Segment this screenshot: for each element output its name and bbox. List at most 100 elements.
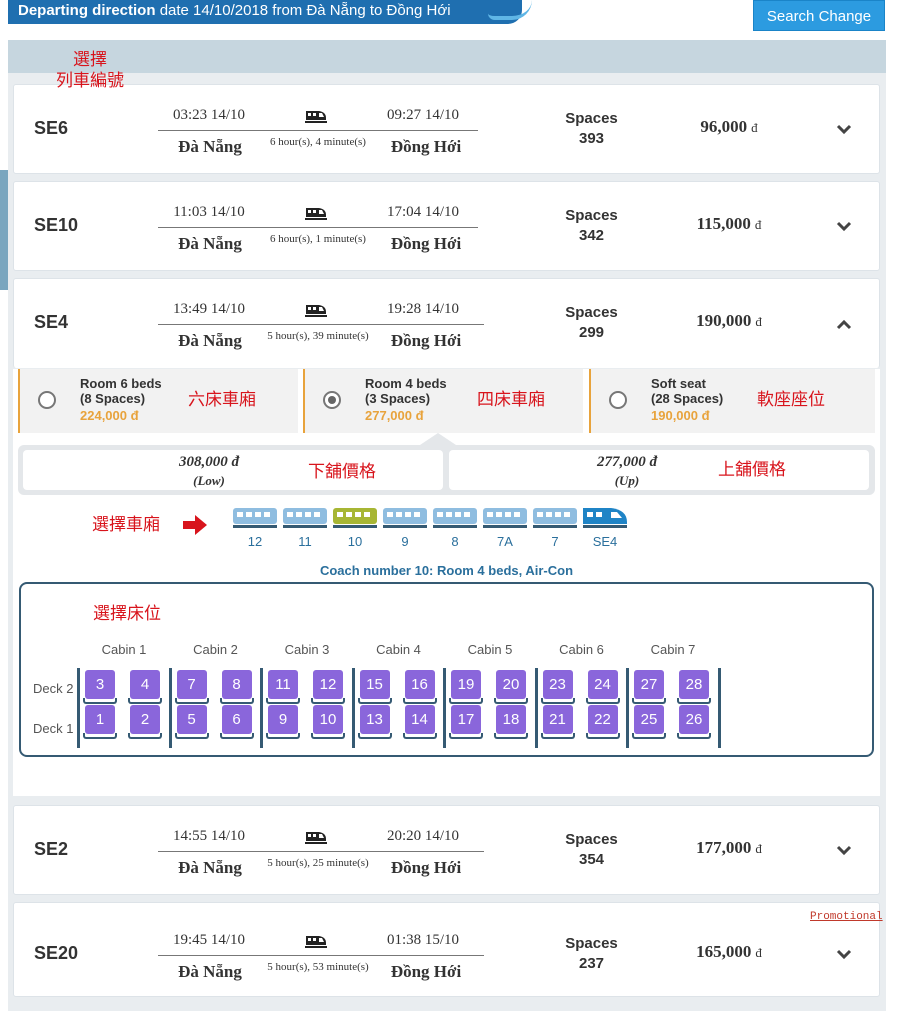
seat-base <box>632 733 666 739</box>
coach-12[interactable]: 12 <box>231 504 279 549</box>
coach-7a[interactable]: 7A <box>481 504 529 549</box>
berth-seat-7[interactable]: 7 <box>174 670 209 704</box>
train-row-se2[interactable]: SE2 14:55 14/10 20:20 14/10 Đà Nẵng 5 hour(s… <box>13 805 880 895</box>
spaces-label: Spaces <box>565 207 618 224</box>
seat-number: 26 <box>679 705 709 734</box>
train-row-se4[interactable]: SE4 13:49 14/10 19:28 14/10 Đà Nẵng 5 hour(s… <box>13 278 880 368</box>
chevron-down-icon[interactable] <box>836 123 852 135</box>
berth-seat-14[interactable]: 14 <box>402 705 437 739</box>
arrival-time: 09:27 14/10 <box>386 107 460 123</box>
berth-seat-11[interactable]: 11 <box>266 670 300 704</box>
seat-number: 5 <box>176 705 207 734</box>
room-spaces: (28 Spaces) <box>651 391 724 406</box>
berth-seat-15[interactable]: 15 <box>357 670 392 704</box>
berth-seat-22[interactable]: 22 <box>585 705 620 739</box>
seat-base <box>219 733 254 739</box>
route-line <box>158 851 484 852</box>
chevron-up-icon[interactable] <box>836 317 852 330</box>
coach-8[interactable]: 8 <box>431 504 479 549</box>
berth-seat-19[interactable]: 19 <box>449 670 483 704</box>
train-row-se20[interactable]: SE20 19:45 14/10 01:38 15/10 Đà Nẵng 5 hour(… <box>13 902 883 997</box>
upper-berth-price[interactable]: 277,000 đ (Up) <box>449 450 869 490</box>
arrival-time: 19:28 14/10 <box>386 301 460 317</box>
room-name: Soft seat (28 Spaces) <box>651 376 723 406</box>
coach-label: 7 <box>551 534 559 549</box>
coach-label: SE4 <box>592 534 618 549</box>
berth-seat-26[interactable]: 26 <box>677 705 711 739</box>
room-option-3[interactable]: Soft seat (28 Spaces) 190,000 đ <box>589 369 875 433</box>
room-option-1[interactable]: Room 6 beds (8 Spaces) 224,000 đ <box>18 369 298 433</box>
berth-seat-18[interactable]: 18 <box>494 705 528 739</box>
price-currency: đ <box>754 217 762 232</box>
berth-seat-21[interactable]: 21 <box>540 705 575 739</box>
seat-base <box>266 698 300 704</box>
spaces-count: Spaces 237 <box>544 934 639 974</box>
destination-station: Đồng Hới <box>390 234 462 253</box>
radio-button[interactable] <box>609 391 627 409</box>
berth-seat-9[interactable]: 9 <box>266 705 300 739</box>
train-row-se10[interactable]: SE10 11:03 14/10 17:04 14/10 Đà Nẵng 6 hour(… <box>13 181 880 271</box>
berth-seat-4[interactable]: 4 <box>128 670 162 704</box>
search-change-button[interactable]: Search Change <box>753 0 885 31</box>
chevron-down-icon[interactable] <box>836 948 852 960</box>
seat-base <box>83 698 117 704</box>
radio-button[interactable] <box>323 391 341 409</box>
coach-10[interactable]: 10 <box>331 504 379 549</box>
room-spaces: (8 Spaces) <box>80 391 146 406</box>
berth-seat-8[interactable]: 8 <box>219 670 254 704</box>
chevron-down-icon[interactable] <box>836 844 852 856</box>
berth-seat-24[interactable]: 24 <box>585 670 620 704</box>
departure-time: 19:45 14/10 <box>172 932 246 948</box>
spaces-count: Spaces 393 <box>544 109 639 149</box>
spaces-value: 393 <box>578 130 605 147</box>
seat-number: 16 <box>404 670 435 699</box>
chevron-down-icon[interactable] <box>836 220 852 232</box>
berth-seat-20[interactable]: 20 <box>494 670 528 704</box>
departure-time: 14:55 14/10 <box>172 828 246 844</box>
berth-seat-3[interactable]: 3 <box>83 670 117 704</box>
berth-seat-27[interactable]: 27 <box>632 670 666 704</box>
coach-9[interactable]: 9 <box>381 504 429 549</box>
berth-seat-28[interactable]: 28 <box>677 670 711 704</box>
seat-number: 13 <box>359 705 390 734</box>
seat-number: 10 <box>313 705 343 734</box>
lower-berth-price[interactable]: 308,000 đ (Low) <box>23 450 443 490</box>
berth-seat-2[interactable]: 2 <box>128 705 162 739</box>
cabin-divider <box>168 668 172 748</box>
ticket-price: 177,000 đ <box>664 838 794 858</box>
berth-seat-23[interactable]: 23 <box>540 670 575 704</box>
seat-base <box>219 698 254 704</box>
destination-station: Đồng Hới <box>390 858 462 877</box>
coach-label: 10 <box>347 534 363 549</box>
berth-seat-16[interactable]: 16 <box>402 670 437 704</box>
left-edge-strip <box>0 170 8 290</box>
berth-seat-10[interactable]: 10 <box>311 705 345 739</box>
coach-label: 8 <box>451 534 459 549</box>
room-name: Room 4 beds (3 Spaces) <box>365 376 447 406</box>
berth-seat-17[interactable]: 17 <box>449 705 483 739</box>
berth-seat-12[interactable]: 12 <box>311 670 345 704</box>
train-row-se6[interactable]: SE6 03:23 14/10 09:27 14/10 Đà Nẵng 6 hour(s… <box>13 84 880 174</box>
seat-base <box>677 733 711 739</box>
radio-button[interactable] <box>38 391 56 409</box>
seat-base <box>449 698 483 704</box>
seat-base <box>402 698 437 704</box>
price-value: 190,000 <box>696 311 752 330</box>
train-detail-panel: Room 6 beds (8 Spaces) 224,000 đ Room 4 bed… <box>13 369 880 796</box>
berth-seat-1[interactable]: 1 <box>83 705 117 739</box>
train-code: SE20 <box>34 943 79 963</box>
coach-7[interactable]: 7 <box>531 504 579 549</box>
berth-seat-25[interactable]: 25 <box>632 705 666 739</box>
ticket-price: 165,000 đ <box>664 942 794 962</box>
cabin-divider <box>77 668 80 748</box>
promotional-link[interactable]: Promotional <box>810 911 883 923</box>
train-icon <box>305 934 327 948</box>
coach-selector: 12 11 10 9 8 7A 7 SE4 <box>231 504 631 554</box>
coach-11[interactable]: 11 <box>281 504 329 549</box>
price-value: 165,000 <box>696 942 752 961</box>
cabin-label: Cabin 1 <box>101 642 147 657</box>
berth-seat-6[interactable]: 6 <box>219 705 254 739</box>
berth-seat-13[interactable]: 13 <box>357 705 392 739</box>
room-type: Room 6 beds <box>80 376 162 391</box>
berth-seat-5[interactable]: 5 <box>174 705 209 739</box>
